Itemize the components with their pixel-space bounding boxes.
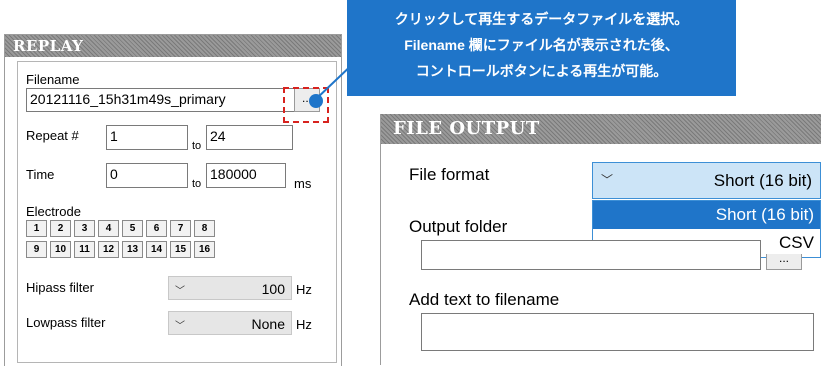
chevron-down-icon: ﹀ [601,173,614,187]
file-output-title: FILE OUTPUT [393,118,540,139]
connector-dot [309,94,323,108]
format-option-csv-label: CSV [779,233,814,252]
callout-box: クリックして再生するデータファイルを選択。 Filename 欄にファイル名が表… [347,0,736,96]
callout-line-1: クリックして再生するデータファイルを選択。 [394,11,689,27]
callout-line-3: コントロールボタンによる再生が可能。 [415,63,668,79]
browse-folder-button[interactable]: ... [766,252,802,270]
format-option-short-label: Short (16 bit) [715,205,814,224]
output-folder-input[interactable] [421,240,761,270]
format-option-short[interactable]: Short (16 bit) [593,201,820,229]
callout-line-2: Filename 欄にファイル名が表示された後、 [404,37,679,53]
add-text-label: Add text to filename [409,290,560,309]
file-output-panel: FILE OUTPUT File format ﹀ Short (16 bit)… [380,114,821,365]
file-format-label: File format [409,165,490,184]
add-text-input[interactable] [421,313,814,351]
file-format-select[interactable]: ﹀ Short (16 bit) [592,162,821,199]
output-folder-label: Output folder [409,217,508,236]
file-output-header: FILE OUTPUT [381,114,821,144]
file-format-selected: Short (16 bit) [713,171,812,190]
